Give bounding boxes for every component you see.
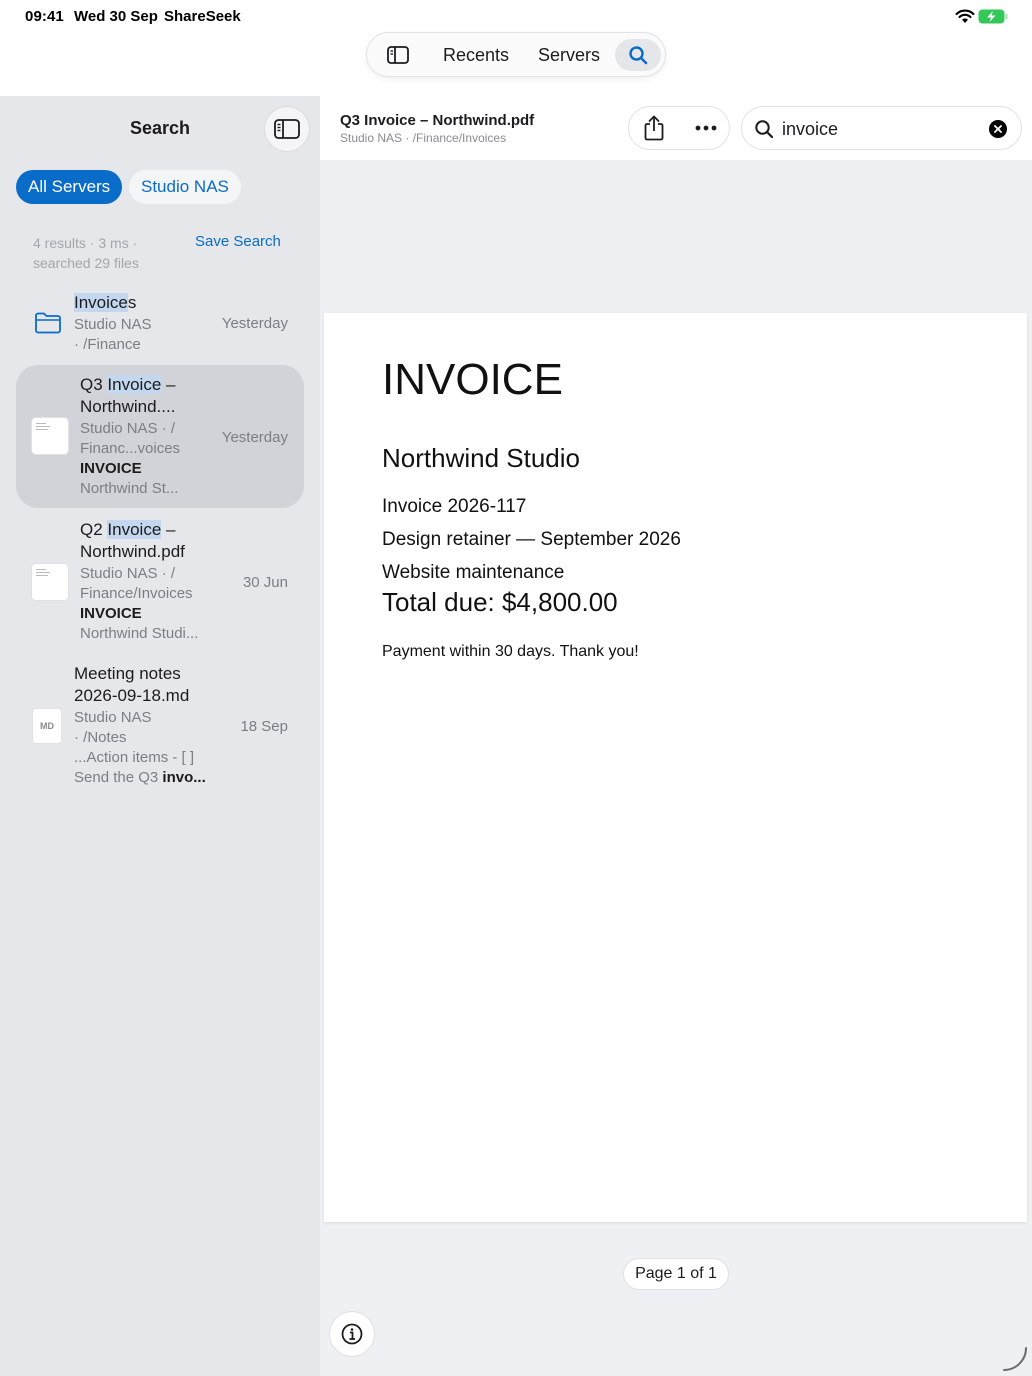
result-path-line2: Financ...voices bbox=[80, 440, 181, 457]
result-title-line1: Meeting notes bbox=[74, 664, 181, 683]
ellipsis-icon bbox=[695, 125, 717, 131]
result-title-suffix: – bbox=[161, 375, 176, 394]
result-title-match: Invoice bbox=[107, 520, 162, 539]
top-navigation-bar: Recents Servers bbox=[366, 32, 666, 77]
document-path: Studio NAS · /Finance/Invoices bbox=[340, 131, 507, 145]
invoice-footer: Payment within 30 days. Thank you! bbox=[382, 643, 639, 660]
result-summary-line2: searched 29 files bbox=[33, 255, 139, 271]
result-title-suffix: – bbox=[161, 520, 176, 539]
page-indicator: Page 1 of 1 bbox=[623, 1258, 729, 1290]
sidebar: Search All Servers Studio NAS 4 results … bbox=[0, 96, 320, 1376]
result-snippet: Northwind Studi... bbox=[80, 625, 199, 642]
invoice-line-item: Design retainer — September 2026 bbox=[382, 529, 681, 550]
result-snippet-heading: INVOICE bbox=[80, 605, 142, 622]
result-snippet-line1: ...Action items - [ ] bbox=[74, 749, 195, 766]
document-title: Q3 Invoice – Northwind.pdf bbox=[340, 112, 535, 129]
pdf-page: INVOICE Northwind Studio Invoice 2026-11… bbox=[324, 313, 1027, 1222]
result-title-line2: Northwind.pdf bbox=[80, 542, 185, 561]
invoice-company: Northwind Studio bbox=[382, 443, 580, 473]
invoice-line-item: Website maintenance bbox=[382, 562, 565, 583]
result-snippet-match: invo... bbox=[162, 769, 206, 786]
tab-search[interactable] bbox=[615, 39, 661, 71]
result-path-line1: Studio NAS bbox=[74, 316, 152, 333]
result-title-line1: Q2 Invoice – bbox=[80, 519, 175, 541]
invoice-number: Invoice 2026-117 bbox=[382, 496, 527, 517]
status-app-name: ShareSeek bbox=[164, 8, 241, 25]
result-path-line2: · /Finance bbox=[74, 336, 141, 353]
search-input[interactable] bbox=[782, 116, 982, 142]
result-title-match: Invoice bbox=[107, 375, 162, 394]
result-snippet-prefix: Send the Q3 bbox=[74, 769, 163, 786]
result-summary: 4 results · 3 ms · searched 29 files bbox=[33, 233, 173, 273]
result-title-line2: 2026-09-18.md bbox=[74, 686, 190, 705]
invoice-heading: INVOICE bbox=[382, 355, 563, 404]
result-title-line2: Northwind.... bbox=[80, 397, 176, 416]
result-title-prefix: Q2 bbox=[80, 520, 108, 539]
search-result-item-selected[interactable]: Q3 Invoice – Northwind.... Studio NAS · … bbox=[16, 365, 304, 508]
search-result-item[interactable]: Invoices Studio NAS · /Finance Yesterday bbox=[16, 288, 304, 358]
tab-recents[interactable]: Recents bbox=[443, 45, 509, 66]
document-viewer: Q3 Invoice – Northwind.pdf Studio NAS · … bbox=[320, 96, 1032, 1376]
document-actions bbox=[628, 106, 730, 150]
result-snippet-heading: INVOICE bbox=[80, 460, 142, 477]
result-title: Invoices bbox=[74, 292, 136, 314]
sidebar-icon bbox=[387, 46, 409, 64]
result-snippet-line2: Send the Q3 invo... bbox=[74, 768, 206, 788]
result-path-line2: · /Notes bbox=[74, 729, 127, 746]
search-icon bbox=[629, 46, 648, 65]
result-date: 30 Jun bbox=[242, 574, 288, 591]
folder-icon bbox=[35, 312, 61, 334]
share-icon bbox=[644, 115, 664, 141]
invoice-total: Total due: $4,800.00 bbox=[382, 587, 618, 617]
battery-charging-icon bbox=[978, 9, 1008, 24]
close-icon bbox=[994, 125, 1002, 133]
markdown-file-icon: MD bbox=[33, 709, 61, 743]
search-result-item[interactable]: Q2 Invoice – Northwind.pdf Studio NAS · … bbox=[16, 510, 304, 652]
result-date: 18 Sep bbox=[240, 718, 288, 735]
result-path-line2: Finance/Invoices bbox=[80, 585, 193, 602]
search-icon bbox=[755, 120, 774, 139]
result-path-line1: Studio NAS · / bbox=[80, 420, 176, 437]
save-search-button[interactable]: Save Search bbox=[195, 233, 281, 250]
result-path-line1: Studio NAS · / bbox=[80, 565, 176, 582]
share-button[interactable] bbox=[639, 113, 669, 143]
pdf-thumbnail-icon bbox=[32, 418, 68, 454]
tab-servers[interactable]: Servers bbox=[538, 45, 600, 66]
nav-sidebar-toggle-button[interactable] bbox=[380, 42, 416, 68]
document-search-field bbox=[741, 106, 1022, 150]
clear-search-button[interactable] bbox=[989, 120, 1007, 138]
info-button[interactable] bbox=[329, 1311, 375, 1357]
result-title-line1: Q3 Invoice – bbox=[80, 374, 175, 396]
wifi-icon bbox=[955, 9, 975, 23]
status-date: Wed 30 Sep bbox=[74, 8, 158, 25]
result-date: Yesterday bbox=[221, 429, 288, 446]
result-path-line1: Studio NAS bbox=[74, 709, 152, 726]
sidebar-icon bbox=[274, 119, 300, 139]
info-icon bbox=[341, 1323, 363, 1345]
resize-handle-icon[interactable] bbox=[1002, 1346, 1028, 1372]
more-options-button[interactable] bbox=[691, 113, 721, 143]
document-header: Q3 Invoice – Northwind.pdf Studio NAS · … bbox=[320, 96, 1032, 160]
filter-all-servers[interactable]: All Servers bbox=[16, 170, 123, 204]
status-bar: 09:41 Wed 30 Sep ShareSeek bbox=[0, 0, 1032, 34]
result-title-match: Invoice bbox=[74, 293, 128, 312]
result-title-rest: s bbox=[127, 293, 137, 312]
result-date: Yesterday bbox=[221, 315, 288, 332]
filter-studio-nas[interactable]: Studio NAS bbox=[129, 170, 241, 204]
result-summary-line1: 4 results · 3 ms · bbox=[33, 235, 138, 251]
sidebar-collapse-button[interactable] bbox=[264, 106, 310, 152]
search-result-item[interactable]: MD Meeting notes 2026-09-18.md Studio NA… bbox=[16, 654, 304, 796]
pdf-thumbnail-icon bbox=[32, 564, 68, 600]
result-title-prefix: Q3 bbox=[80, 375, 108, 394]
result-snippet: Northwind St... bbox=[80, 480, 179, 497]
status-time: 09:41 bbox=[25, 8, 64, 25]
